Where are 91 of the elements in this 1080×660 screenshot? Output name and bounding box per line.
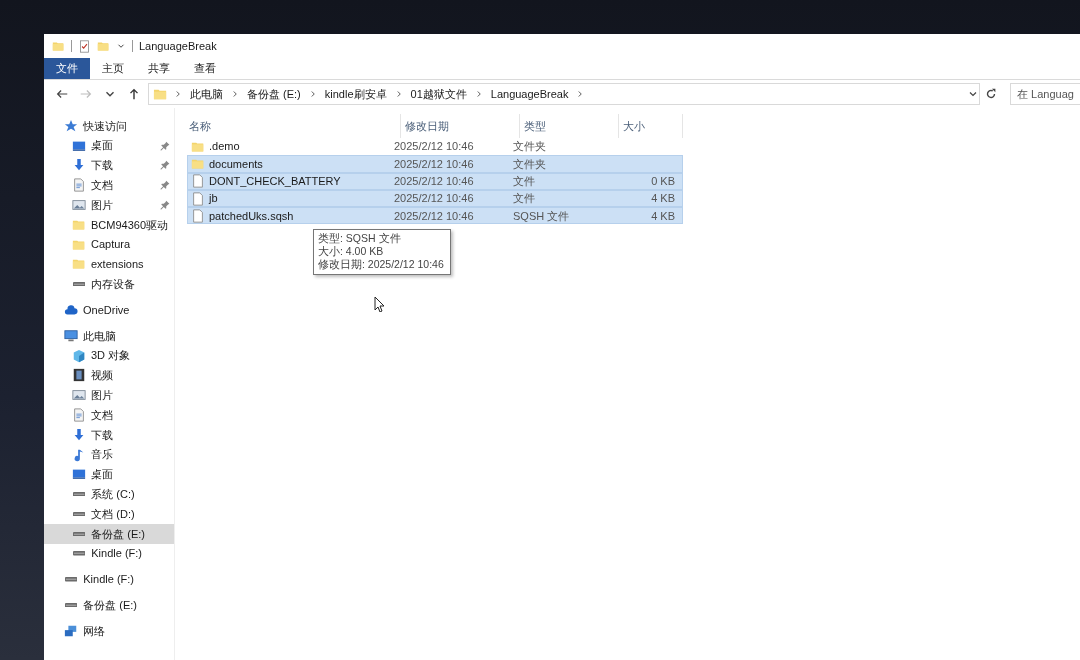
cube-icon <box>72 348 86 363</box>
sidebar-item[interactable]: 下载 <box>44 155 174 176</box>
sidebar-item[interactable]: 视频 <box>44 365 174 386</box>
column-header[interactable]: 名称 <box>185 114 401 138</box>
drive-icon <box>73 551 86 556</box>
download-icon <box>72 427 86 442</box>
image-icon <box>72 198 86 213</box>
file-type: 文件夹 <box>513 139 546 155</box>
file-row[interactable]: patchedUks.sqsh 2025/2/12 10:46 SQSH 文件 4 KB <box>187 207 683 225</box>
breadcrumb-item[interactable]: 备份盘 (E:) <box>245 85 303 103</box>
sidebar-item[interactable]: 备份盘 (E:) <box>44 523 174 544</box>
file-name: documents <box>209 156 263 172</box>
column-header[interactable]: 修改日期 <box>401 114 520 138</box>
file-type: 文件 <box>513 191 535 207</box>
breadcrumb-item[interactable]: kindle刷安卓 <box>322 85 389 103</box>
file-type: SQSH 文件 <box>513 208 570 224</box>
sidebar-item[interactable]: 此电脑 <box>44 325 174 346</box>
film-icon <box>72 368 86 383</box>
sidebar-item[interactable]: 备份盘 (E:) <box>44 595 174 616</box>
file-type: 文件夹 <box>513 156 546 172</box>
ribbon-tab[interactable]: 主页 <box>90 58 136 79</box>
sidebar-item[interactable]: extensions <box>44 254 174 275</box>
drive-icon <box>73 511 86 517</box>
file-row[interactable]: .demo 2025/2/12 10:46 文件夹 <box>187 138 683 156</box>
file-date: 2025/2/12 10:46 <box>394 208 474 224</box>
sidebar-item[interactable]: 桌面 <box>44 464 174 485</box>
file-icon <box>191 191 205 206</box>
column-header[interactable]: 类型 <box>520 114 619 138</box>
drive-icon <box>73 492 86 497</box>
sidebar-item[interactable]: 系统 (C:) <box>44 484 174 505</box>
drive-icon <box>73 531 86 536</box>
tooltip-text: 修改日期: 2025/2/12 10:46 <box>318 258 444 271</box>
refresh-icon[interactable] <box>984 87 998 101</box>
file-date: 2025/2/12 10:46 <box>394 174 474 189</box>
sidebar-item[interactable]: 音乐 <box>44 444 174 465</box>
checklist-icon[interactable] <box>78 39 91 53</box>
document-icon <box>72 408 86 423</box>
drive-icon <box>73 282 86 287</box>
breadcrumb-item[interactable]: 此电脑 <box>188 85 225 103</box>
sidebar-item[interactable]: 网络 <box>44 621 174 641</box>
sidebar-item[interactable]: OneDrive <box>44 300 174 320</box>
sidebar-item[interactable]: 快速访问 <box>44 116 174 136</box>
sidebar-item[interactable]: Kindle (F:) <box>44 543 174 564</box>
sidebar-item[interactable]: 图片 <box>44 385 174 406</box>
file-name: .demo <box>209 139 240 155</box>
ribbon-tab[interactable]: 查看 <box>182 58 228 79</box>
file-size: 0 KB <box>651 174 675 189</box>
back-arrow-icon[interactable] <box>55 87 69 101</box>
monitor-icon <box>72 467 86 482</box>
sidebar-item[interactable]: 图片 <box>44 195 174 215</box>
image-icon <box>72 388 86 403</box>
file-date: 2025/2/12 10:46 <box>394 156 474 172</box>
sidebar-item[interactable]: 3D 对象 <box>44 345 174 366</box>
file-type: 文件 <box>513 174 535 189</box>
sidebar-item[interactable]: 文档 <box>44 405 174 425</box>
computer-icon <box>64 328 78 343</box>
drive-icon <box>65 603 78 608</box>
up-arrow-icon[interactable] <box>127 87 141 101</box>
sidebar-item[interactable]: BCM94360驱动 <box>44 215 174 235</box>
drive-icon <box>65 577 78 582</box>
file-name: patchedUks.sqsh <box>209 208 294 224</box>
tooltip-text: 大小: 4.00 KB <box>318 245 385 258</box>
file-icon <box>191 208 205 223</box>
tooltip-text: 类型: SQSH 文件 <box>318 232 402 245</box>
sidebar-item[interactable]: 下载 <box>44 424 174 445</box>
file-size: 4 KB <box>651 208 675 224</box>
sidebar-item[interactable]: 文档 <box>44 175 174 196</box>
column-header[interactable]: 大小 <box>619 114 683 138</box>
ribbon-tab[interactable]: 文件 <box>44 58 90 79</box>
document-icon <box>72 178 86 193</box>
sidebar-item[interactable]: 内存设备 <box>44 274 174 295</box>
sidebar-item[interactable]: 桌面 <box>44 135 174 156</box>
network-icon <box>64 624 78 638</box>
file-date: 2025/2/12 10:46 <box>394 139 474 155</box>
sidebar-item[interactable]: Captura <box>44 234 174 255</box>
file-size: 4 KB <box>651 191 675 207</box>
sidebar-item[interactable]: Kindle (F:) <box>44 569 174 590</box>
download-icon <box>72 158 86 173</box>
file-icon <box>191 174 205 189</box>
search-field[interactable]: 在 Languag <box>1010 83 1080 105</box>
breadcrumb-item[interactable]: 01越狱文件 <box>408 85 469 103</box>
file-row[interactable]: documents 2025/2/12 10:46 文件夹 <box>187 155 683 173</box>
file-name: DONT_CHECK_BATTERY <box>209 174 341 189</box>
address-bar[interactable]: 此电脑 备份盘 (E:) kindle刷安卓 01越狱文件 LanguageBreak <box>148 83 980 105</box>
breadcrumb-item[interactable]: LanguageBreak <box>488 85 571 103</box>
file-name: jb <box>209 191 218 207</box>
star-icon <box>64 118 78 133</box>
sidebar-item[interactable]: 文档 (D:) <box>44 504 174 524</box>
window-title: LanguageBreak <box>139 38 217 54</box>
file-date: 2025/2/12 10:46 <box>394 191 474 207</box>
ribbon-tab[interactable]: 共享 <box>136 58 182 79</box>
